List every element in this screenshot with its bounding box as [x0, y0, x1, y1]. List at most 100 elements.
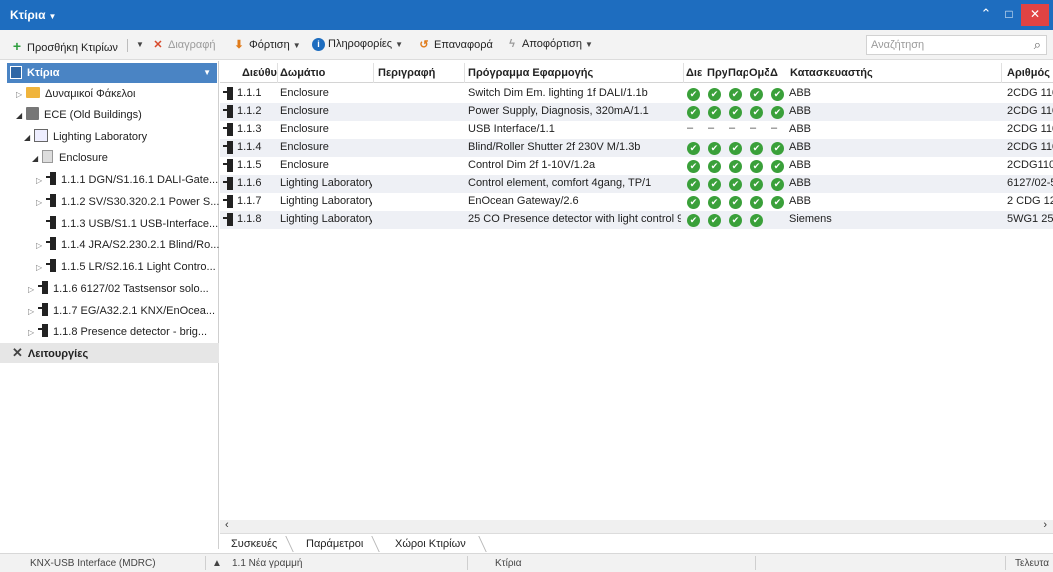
tree-item-device[interactable]: ▷ 1.1.2 SV/S30.320.2.1 Power S... [36, 192, 219, 212]
tree-item-device[interactable]: ▷ 1.1.6 6127/02 Tastsensor solo... [28, 279, 209, 299]
tree-item-room[interactable]: ◢ Lighting Laboratory [24, 127, 147, 147]
close-button[interactable]: ✕ [1021, 4, 1049, 26]
col-separator[interactable] [1001, 63, 1002, 83]
expand-triangle-icon[interactable]: ▷ [36, 258, 46, 278]
search-placeholder: Αναζήτηση [871, 39, 925, 51]
check-icon: ✔ [750, 142, 763, 155]
table-row[interactable]: 1.1.3 Enclosure USB Interface/1.1 ABB 2CDG 1… [220, 121, 1053, 139]
download-arrow-icon: ⬇ [234, 39, 244, 51]
tab-building-spaces[interactable]: Χώροι Κτιρίων [395, 538, 466, 550]
col-separator[interactable] [373, 63, 374, 83]
device-icon [223, 87, 234, 100]
col-separator[interactable] [277, 63, 278, 83]
cell-application: Blind/Roller Shutter 2f 230V M/1.3b [468, 141, 641, 153]
search-input[interactable]: Αναζήτηση ⌕ [866, 35, 1047, 55]
table-row[interactable]: 1.1.7 Lighting Laboratory EnOcean Gateway/… [220, 193, 1053, 211]
cell-room: Enclosure [280, 141, 329, 153]
grid-header: Διεύθυ Δωμάτιο Περιγραφή Πρόγραμμα Εφαρμ… [220, 63, 1053, 83]
load-button[interactable]: ⬇ Φόρτιση ▼ [232, 38, 300, 54]
functions-section[interactable]: ✕ Λειτουργίες [0, 343, 219, 363]
tree-item-device[interactable]: ▷ 1.1.5 LR/S2.16.1 Light Contro... [36, 257, 216, 277]
title-bar: Κτίρια ▼ ⌃ □ ✕ [0, 0, 1053, 30]
tree-item-device[interactable]: ▷ 1.1.7 EG/A32.2.1 KNX/EnOcea... [28, 301, 215, 321]
check-icon: ✔ [729, 88, 742, 101]
check-icon: ✔ [708, 196, 721, 209]
window-title[interactable]: Κτίρια ▼ [10, 8, 56, 22]
col-address[interactable]: Διεύθυ [242, 67, 278, 79]
chevron-down-icon[interactable]: ▼ [203, 68, 211, 77]
collapse-triangle-icon[interactable]: ◢ [16, 106, 26, 126]
tree-item-device[interactable]: ▷ 1.1.8 Presence detector - brig... [28, 322, 207, 342]
add-dropdown-caret[interactable]: ▼ [133, 38, 144, 54]
tab-devices[interactable]: Συσκευές [231, 538, 277, 550]
tab-parameters[interactable]: Παράμετροι [306, 538, 363, 550]
table-row[interactable]: 1.1.4 Enclosure Blind/Roller Shutter 2f 23… [220, 139, 1053, 157]
table-row[interactable]: 1.1.6 Lighting Laboratory Control element,… [220, 175, 1053, 193]
col-manufacturer[interactable]: Κατασκευαστής [790, 67, 910, 79]
check-icon: ✔ [687, 178, 700, 191]
table-row[interactable]: 1.1.1 Enclosure Switch Dim Em. lighting 1f… [220, 85, 1053, 103]
tree-header[interactable]: Κτίρια ▼ [7, 63, 217, 83]
tree-item-device[interactable]: ▷ 1.1.4 JRA/S2.230.2.1 Blind/Ro... [36, 235, 219, 255]
cell-manufacturer: ABB [789, 177, 812, 189]
table-row[interactable]: 1.1.8 Lighting Laboratory 25 CO Presence d… [220, 211, 1053, 229]
add-buildings-button[interactable]: + Προσθήκη Κτιρίων [10, 38, 118, 54]
expand-triangle-icon[interactable]: ▷ [28, 302, 38, 322]
col-status-param[interactable]: Παρ [728, 67, 748, 79]
scroll-right-icon[interactable]: › [1043, 519, 1047, 531]
device-icon [46, 259, 57, 272]
scroll-left-icon[interactable]: ‹ [225, 519, 229, 531]
col-separator[interactable] [464, 63, 465, 83]
tree-item-dynamic-folders[interactable]: ▷ Δυναμικοί Φάκελοι [16, 84, 135, 104]
delete-button[interactable]: ✕ Διαγραφή [151, 38, 215, 54]
status-interface[interactable]: KNX-USB Interface (MDRC) [30, 558, 156, 569]
check-icon: ✔ [729, 160, 742, 173]
expand-triangle-icon[interactable]: ▷ [36, 171, 46, 191]
info-button[interactable]: i Πληροφορίες ▼ [312, 38, 403, 54]
status-separator [205, 556, 206, 570]
cell-order-number: 2 CDG 120 [1007, 195, 1053, 207]
col-description[interactable]: Περιγραφή [378, 67, 464, 79]
maximize-button[interactable]: □ [996, 4, 1022, 26]
collapse-triangle-icon[interactable]: ◢ [24, 128, 34, 148]
col-status-cfg[interactable]: Δ [770, 67, 780, 79]
check-icon: ✔ [687, 106, 700, 119]
device-icon [38, 324, 49, 337]
collapse-triangle-icon[interactable]: ◢ [32, 149, 42, 169]
expand-triangle-icon[interactable]: ▷ [36, 236, 46, 256]
tree-item-device[interactable]: ▷ 1.1.1 DGN/S1.16.1 DALI-Gate... [36, 170, 218, 190]
cell-address: 1.1.2 [237, 105, 262, 117]
col-status-group[interactable]: Ομδ [749, 67, 769, 79]
tree-item-cabinet[interactable]: ◢ Enclosure [32, 148, 108, 168]
check-icon: ✔ [750, 88, 763, 101]
cell-room: Enclosure [280, 159, 329, 171]
folder-icon [26, 87, 40, 98]
col-order-number[interactable]: Αριθμός [1007, 67, 1053, 79]
horizontal-scrollbar[interactable]: ‹ › [220, 519, 1053, 533]
cell-address: 1.1.6 [237, 177, 262, 189]
col-room[interactable]: Δωμάτιο [280, 67, 370, 79]
cell-manufacturer: ABB [789, 141, 812, 153]
check-icon: ✔ [729, 214, 742, 227]
status-line-caret-icon[interactable]: ▲ [212, 558, 222, 569]
check-icon: ✔ [750, 160, 763, 173]
search-icon[interactable]: ⌕ [1034, 37, 1041, 53]
expand-triangle-icon[interactable]: ▷ [16, 85, 26, 105]
tab-separator [371, 536, 380, 552]
check-icon: ✔ [771, 88, 784, 101]
expand-triangle-icon[interactable]: ▷ [36, 193, 46, 213]
expand-triangle-icon[interactable]: ▷ [28, 280, 38, 300]
unload-button[interactable]: ϟ Αποφόρτιση ▼ [505, 38, 593, 54]
col-status-prog[interactable]: Πρy [707, 67, 727, 79]
table-row[interactable]: 1.1.5 Enclosure Control Dim 2f 1-10V/1.2a A… [220, 157, 1053, 175]
expand-triangle-icon[interactable]: ▷ [28, 323, 38, 343]
reset-button[interactable]: ↺ Επαναφορά [417, 38, 492, 54]
table-row[interactable]: 1.1.2 Enclosure Power Supply, Diagnosis, 3… [220, 103, 1053, 121]
cell-address: 1.1.1 [237, 87, 262, 99]
col-separator[interactable] [683, 63, 684, 83]
device-icon [223, 141, 234, 154]
tree-item-building[interactable]: ◢ ECE (Old Buildings) [16, 105, 142, 125]
col-application[interactable]: Πρόγραμμα Εφαρμογής [468, 67, 678, 79]
tree-item-device[interactable]: 1.1.3 USB/S1.1 USB-Interface... [46, 214, 218, 234]
col-status-addr[interactable]: Διε [686, 67, 706, 79]
